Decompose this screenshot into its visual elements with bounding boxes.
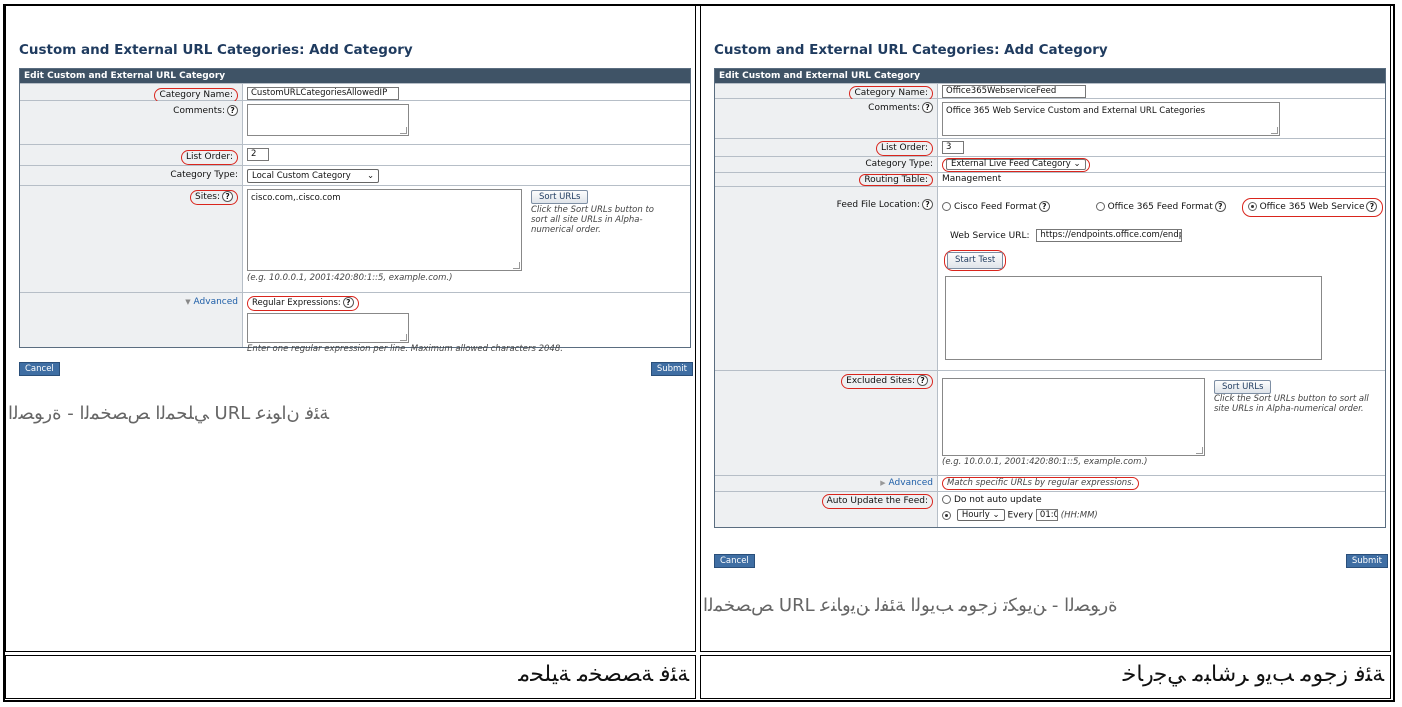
edit-category-panel: Edit Custom and External URL Category Ca… (19, 68, 691, 354)
feed-file-location-label: Feed File Location: (836, 200, 920, 210)
routing-table-value: Management (942, 174, 1002, 184)
right-screenshot-cell: Custom and External URL Categories: Add … (700, 5, 1391, 652)
sites-example-hint: (e.g. 10.0.0.1, 2001:420:80:1::5, exampl… (942, 457, 1148, 467)
category-type-label: Category Type: (865, 159, 933, 169)
cisco-feed-label: Cisco Feed Format (954, 202, 1037, 212)
list-order-input[interactable]: 3 (942, 141, 964, 154)
office365-web-service-label: Office 365 Web Service (1259, 202, 1365, 212)
panel-title: Edit Custom and External URL Category (20, 69, 690, 83)
excluded-sites-label: Excluded Sites:? (841, 374, 933, 389)
auto-update-label: Auto Update the Feed: (821, 494, 933, 509)
advanced-value: Match specific URLs by regular expressio… (942, 477, 1140, 490)
submit-button[interactable]: Submit (1345, 554, 1388, 568)
regex-hint: Enter one regular expression per line. M… (247, 344, 563, 354)
image-caption: ﺓﺭﻮﺼﻟﺍ - ﻦﻳﻮﻜﺗ ﺯﺟﻮﻣ ﺐﻳﻮﻟﺍ ﺔﺌﻔﻟ ﻦﻳﻭﺎﻨﻋ UR… (703, 595, 1118, 616)
cancel-button[interactable]: Cancel (19, 362, 60, 376)
sites-label: Sites:? (189, 190, 238, 205)
excluded-sites-label-text: Excluded Sites: (846, 376, 915, 386)
left-footer-label: ﺔﺌﻓ ﺔﺼﺼﺨﻣ ﺔﻴﻠﺤﻣ (518, 662, 689, 687)
every-label: Every (1007, 510, 1034, 521)
excluded-sites-textarea[interactable] (942, 378, 1205, 456)
page-title: Custom and External URL Categories: Add … (714, 42, 1108, 58)
category-type-label: Category Type: (170, 170, 238, 180)
web-service-url-input[interactable]: https://endpoints.office.com/endpoi (1036, 229, 1183, 242)
category-name-input[interactable]: Office365WebserviceFeed (942, 85, 1086, 98)
start-test-button[interactable]: Start Test (947, 252, 1004, 269)
submit-button[interactable]: Submit (650, 362, 693, 376)
sort-urls-hint: Click the Sort URLs button to sort all s… (531, 205, 654, 235)
triangle-down-icon: ▼ (185, 298, 191, 306)
regex-label-text: Regular Expressions: (252, 298, 341, 308)
hourly-value: Hourly (961, 510, 990, 520)
comments-label: Comments: (173, 106, 225, 116)
sort-urls-button[interactable]: Sort URLs (1214, 380, 1272, 394)
start-test-highlight: Start Test (944, 250, 1007, 271)
office365-web-service-radio[interactable] (1247, 202, 1257, 211)
office365-feed-label: Office 365 Feed Format (1107, 202, 1213, 212)
category-type-select[interactable]: Local Custom Category ⌄ (247, 169, 380, 183)
category-type-dropdown[interactable]: External Live Feed Category ⌄ (946, 159, 1086, 170)
chevron-down-icon: ⌄ (367, 171, 375, 181)
list-order-label: List Order: (180, 150, 238, 165)
list-order-input[interactable]: 2 (247, 148, 269, 161)
panel-title: Edit Custom and External URL Category (715, 69, 1385, 83)
comments-label: Comments: (868, 103, 920, 113)
image-caption: ﺔﺌﻓ ﻥﺍﻮﻨﻋ URL ﻲﻠﺤﻤﻟﺍ ﺺﺼﺨﻤﻟﺍ - ﺓﺭﻮﺼﻟﺍ (8, 403, 330, 424)
help-icon[interactable]: ? (922, 102, 933, 113)
advanced-toggle[interactable]: Advanced (889, 478, 933, 488)
cisco-feed-radio[interactable] (942, 202, 951, 211)
no-auto-update-radio[interactable] (942, 495, 951, 504)
regex-label: Regular Expressions:? (247, 296, 359, 311)
help-icon[interactable]: ? (227, 105, 238, 116)
list-order-label: List Order: (875, 141, 933, 156)
help-icon[interactable]: ? (1038, 201, 1050, 212)
office365-web-service-option[interactable]: Office 365 Web Service? (1241, 198, 1384, 217)
no-auto-update-label: Do not auto update (954, 495, 1042, 505)
right-footer-label: ﺔﺌﻓ ﺯﺟﻮﻣ ﺐﻳﻭ ﺮﺷﺎﺒﻣ ﻲﺟﺭﺎﺧ (1122, 662, 1384, 687)
sites-textarea[interactable]: cisco.com,.cisco.com (247, 189, 522, 271)
hourly-radio[interactable] (942, 510, 951, 520)
office365-feed-radio[interactable] (1095, 202, 1105, 211)
help-icon[interactable]: ? (222, 191, 233, 202)
help-icon[interactable]: ? (922, 199, 933, 210)
sites-label-text: Sites: (194, 192, 220, 202)
triangle-right-icon: ▶ (880, 479, 886, 487)
sort-urls-button[interactable]: Sort URLs (531, 190, 589, 204)
page-title: Custom and External URL Categories: Add … (19, 42, 413, 58)
hourly-select[interactable]: Hourly ⌄ (956, 509, 1005, 521)
regex-textarea[interactable] (247, 313, 409, 343)
comments-textarea[interactable] (247, 104, 409, 136)
category-name-input[interactable]: CustomURLCategoriesAllowedIP (247, 87, 399, 100)
advanced-toggle[interactable]: Advanced (194, 297, 238, 307)
category-type-value: Local Custom Category (252, 171, 351, 181)
edit-category-panel: Edit Custom and External URL Category Ca… (714, 68, 1386, 528)
routing-table-label: Routing Table: (859, 174, 933, 186)
test-results-box (945, 276, 1322, 360)
help-icon[interactable]: ? (1366, 201, 1378, 212)
chevron-down-icon: ⌄ (992, 510, 1000, 520)
left-screenshot-cell: Custom and External URL Categories: Add … (5, 5, 696, 652)
chevron-down-icon: ⌄ (1073, 159, 1081, 169)
comments-textarea[interactable]: Office 365 Web Service Custom and Extern… (942, 102, 1280, 136)
hhmm-hint: (HH:MM) (1060, 510, 1098, 521)
sites-example-hint: (e.g. 10.0.0.1, 2001:420:80:1::5, exampl… (247, 273, 453, 283)
web-service-url-label: Web Service URL: (950, 231, 1030, 241)
cancel-button[interactable]: Cancel (714, 554, 755, 568)
every-input[interactable]: 01:0 (1035, 509, 1058, 521)
left-footer-cell: ﺔﺌﻓ ﺔﺼﺼﺨﻣ ﺔﻴﻠﺤﻣ (5, 655, 696, 699)
category-type-select[interactable]: External Live Feed Category ⌄ (942, 158, 1090, 172)
help-icon[interactable]: ? (917, 375, 928, 386)
category-type-value: External Live Feed Category (951, 159, 1071, 169)
help-icon[interactable]: ? (342, 297, 354, 308)
sort-urls-hint: Click the Sort URLs button to sort all s… (1214, 394, 1369, 414)
help-icon[interactable]: ? (1214, 201, 1226, 212)
right-footer-cell: ﺔﺌﻓ ﺯﺟﻮﻣ ﺐﻳﻭ ﺮﺷﺎﺒﻣ ﻲﺟﺭﺎﺧ (700, 655, 1391, 699)
